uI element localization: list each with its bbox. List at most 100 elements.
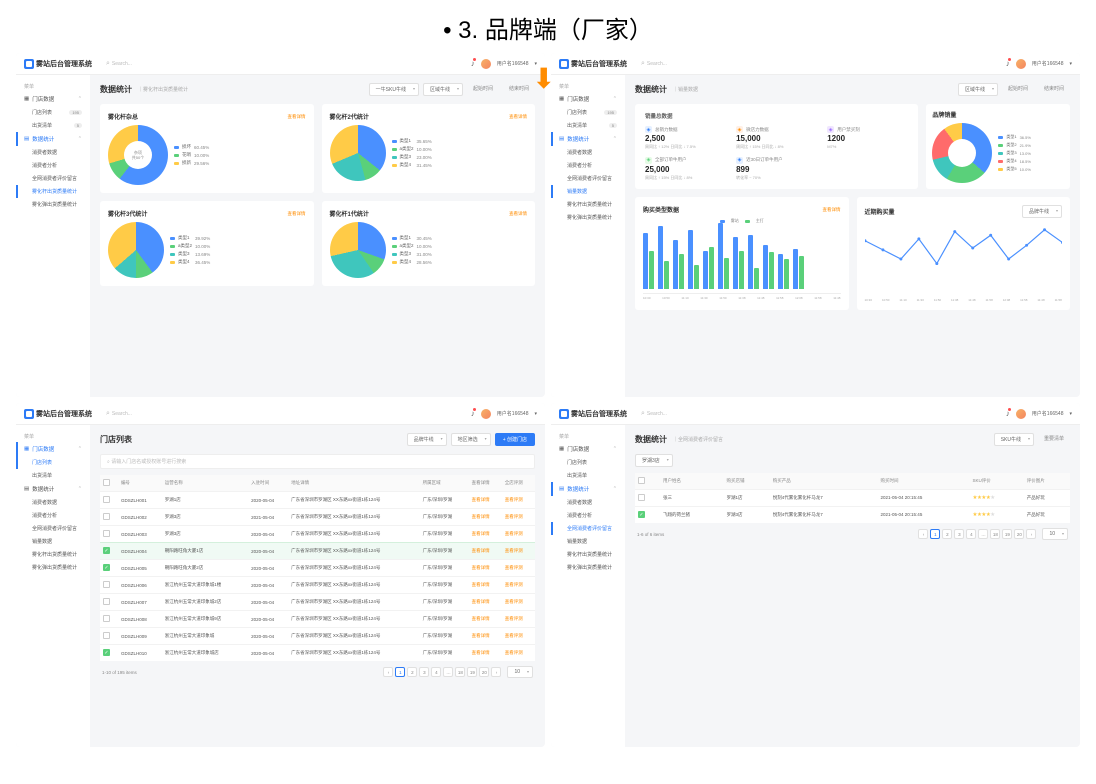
sidebar-atomizer-bomb-quality[interactable]: 雾化弹出货质量统计 (16, 561, 90, 574)
avatar[interactable] (1016, 59, 1026, 69)
btn-priority-list[interactable]: 重要清单 (1038, 433, 1070, 446)
table-row[interactable]: GDSZLH006浙江杭州五常大道印象城1楼2020-05-04 广东省深圳市罗… (100, 577, 535, 594)
row-checkbox[interactable] (103, 615, 110, 622)
table-search-input[interactable]: ⌕ 请输入门店名或授权账号进行搜索 (100, 454, 535, 469)
filter-area[interactable]: 区域牛线 (958, 83, 998, 96)
pager-next[interactable]: › (1026, 529, 1036, 539)
line-select[interactable]: 品牌牛线 (1022, 205, 1062, 218)
sidebar-consumer-data[interactable]: 消费者数据 (551, 496, 625, 509)
search-input[interactable]: Search... (106, 60, 132, 68)
view-detail-link[interactable]: 查看详情 (472, 650, 490, 655)
view-review-link[interactable]: 查看评测 (505, 650, 523, 655)
row-checkbox[interactable] (103, 632, 110, 639)
row-checkbox[interactable] (103, 513, 110, 520)
pager-page[interactable]: 18 (455, 667, 465, 677)
card-more-link[interactable]: 查看详情 (288, 114, 306, 120)
sidebar-outbound[interactable]: 出货清单5 (551, 119, 625, 132)
bell-icon[interactable]: ♪ (1006, 409, 1010, 418)
table-row[interactable]: GDSZLH007浙江杭州五常大道印象城2店2020-05-04 广东省深圳市罗… (100, 594, 535, 611)
view-detail-link[interactable]: 查看详情 (472, 582, 490, 587)
table-row[interactable]: GDSZLH003罗湖3店2020-05-04 广东省深圳市罗湖区 XX东路xx… (100, 526, 535, 543)
table-row[interactable]: GDSZLH005朝阳路旺角大厦2店2020-05-04 广东省深圳市罗湖区 X… (100, 560, 535, 577)
bar-more-link[interactable]: 查看详情 (823, 207, 841, 213)
sidebar-atomizer-quality[interactable]: 雾化杆出货质量统计 (551, 548, 625, 561)
sidebar-consumer-analysis[interactable]: 消费者分析 (16, 509, 90, 522)
filter-sku[interactable]: SKU牛线 (994, 433, 1034, 446)
pager-prev[interactable]: ‹ (383, 667, 393, 677)
view-detail-link[interactable]: 查看详情 (472, 633, 490, 638)
filter-sku[interactable]: 一牛SKU牛线 (369, 83, 419, 96)
bell-icon[interactable]: ♪ (1006, 59, 1010, 68)
view-detail-link[interactable]: 查看详情 (472, 599, 490, 604)
view-detail-link[interactable]: 查看详情 (472, 548, 490, 553)
avatar[interactable] (1016, 409, 1026, 419)
row-checkbox[interactable] (103, 530, 110, 537)
table-row[interactable]: GDSZLH008浙江杭州五常大道印象城9店2020-05-04 广东省深圳市罗… (100, 611, 535, 628)
row-checkbox[interactable] (638, 494, 645, 501)
sidebar-consumer-data[interactable]: 消费者数据 (16, 496, 90, 509)
view-review-link[interactable]: 查看评测 (505, 633, 523, 638)
sidebar-outbound[interactable]: 出货清单 (16, 469, 90, 482)
pager-page[interactable]: 20 (479, 667, 489, 677)
sidebar-store-data[interactable]: ▦ 门店数据⌃ (16, 442, 90, 456)
sidebar-data-stats[interactable]: ▤ 数据统计⌃ (16, 132, 90, 146)
row-checkbox[interactable] (103, 564, 110, 571)
view-review-link[interactable]: 查看评测 (505, 599, 523, 604)
view-detail-link[interactable]: 查看详情 (472, 616, 490, 621)
sidebar-consumer-data[interactable]: 消费者数据 (551, 146, 625, 159)
add-store-button[interactable]: + 创建门店 (495, 433, 535, 446)
view-review-link[interactable]: 查看评测 (505, 497, 523, 502)
row-checkbox[interactable] (638, 511, 645, 518)
page-size[interactable]: 10 (507, 666, 533, 678)
search-input[interactable]: Search... (641, 60, 667, 68)
card-more-link[interactable]: 查看详情 (288, 211, 306, 217)
sidebar-store-list[interactable]: 门店列表195 (551, 106, 625, 119)
bell-icon[interactable]: ♪ (471, 59, 475, 68)
sidebar-sales-data[interactable]: 销量数据 (551, 185, 625, 198)
pager-page[interactable]: 19 (1002, 529, 1012, 539)
row-checkbox[interactable] (103, 496, 110, 503)
sidebar-feedback[interactable]: 全网消费者评价留言 (16, 522, 90, 535)
sidebar-feedback[interactable]: 全网消费者评价留言 (16, 172, 90, 185)
filter-area[interactable]: 区域牛线 (423, 83, 463, 96)
pager-page[interactable]: 3 (419, 667, 429, 677)
pager-page[interactable]: 2 (407, 667, 417, 677)
sidebar-atomizer-bomb-quality[interactable]: 雾化弹出货质量统计 (551, 211, 625, 224)
btn-end-time[interactable]: 结束时间 (1038, 83, 1070, 96)
filter-region[interactable]: 地区筛选 (451, 433, 491, 446)
sidebar-store-list[interactable]: 门店列表 (551, 456, 625, 469)
sidebar-data-stats[interactable]: ▤ 数据统计⌃ (551, 482, 625, 496)
row-checkbox[interactable] (103, 581, 110, 588)
avatar[interactable] (481, 409, 491, 419)
sidebar-atomizer-quality[interactable]: 雾化杆出货质量统计 (16, 185, 90, 198)
search-input[interactable]: Search... (106, 410, 132, 418)
table-row[interactable]: GDSZLH009浙江杭州五常大道印象城2020-05-04 广东省深圳市罗湖区… (100, 628, 535, 645)
sidebar-outbound[interactable]: 出货清单5 (16, 119, 90, 132)
row-checkbox[interactable] (103, 649, 110, 656)
pager-page[interactable]: 1 (395, 667, 405, 677)
pager-prev[interactable]: ‹ (918, 529, 928, 539)
pager-page[interactable]: … (443, 667, 453, 677)
pager-next[interactable]: › (491, 667, 501, 677)
sidebar-store-list[interactable]: 门店列表195 (16, 106, 90, 119)
btn-end-time[interactable]: 结束时间 (503, 83, 535, 96)
row-checkbox[interactable] (103, 598, 110, 605)
row-checkbox[interactable] (103, 547, 110, 554)
sidebar-store-data[interactable]: ▦ 门店数据⌃ (16, 92, 90, 106)
pager-page[interactable]: … (978, 529, 988, 539)
view-review-link[interactable]: 查看评测 (505, 514, 523, 519)
table-row[interactable]: 飞翔的荷兰猪罗湖3店悦刻4代雾化雾化杆马龙7 2021-05-04 20:15:… (635, 507, 1070, 524)
sidebar-atomizer-bomb-quality[interactable]: 雾化弹出货质量统计 (16, 198, 90, 211)
sidebar-atomizer-quality[interactable]: 雾化杆出货质量统计 (16, 548, 90, 561)
table-row[interactable]: GDSZLH001罗湖1店2020-05-04 广东省深圳市罗湖区 XX东路xx… (100, 492, 535, 509)
view-detail-link[interactable]: 查看详情 (472, 497, 490, 502)
sidebar-store-data[interactable]: ▦ 门店数据⌃ (551, 442, 625, 456)
table-row[interactable]: GDSZLH004朝阳路旺角大厦1店2020-05-04 广东省深圳市罗湖区 X… (100, 543, 535, 560)
view-review-link[interactable]: 查看评测 (505, 548, 523, 553)
view-detail-link[interactable]: 查看详情 (472, 565, 490, 570)
page-size[interactable]: 10 (1042, 528, 1068, 540)
table-row[interactable]: GDSZLH002罗湖3店2021-05-04 广东省深圳市罗湖区 XX东路xx… (100, 509, 535, 526)
sidebar-store-list[interactable]: 门店列表 (16, 456, 90, 469)
sidebar-consumer-analysis[interactable]: 消费者分析 (16, 159, 90, 172)
chevron-down-icon[interactable]: ▾ (1069, 411, 1072, 417)
